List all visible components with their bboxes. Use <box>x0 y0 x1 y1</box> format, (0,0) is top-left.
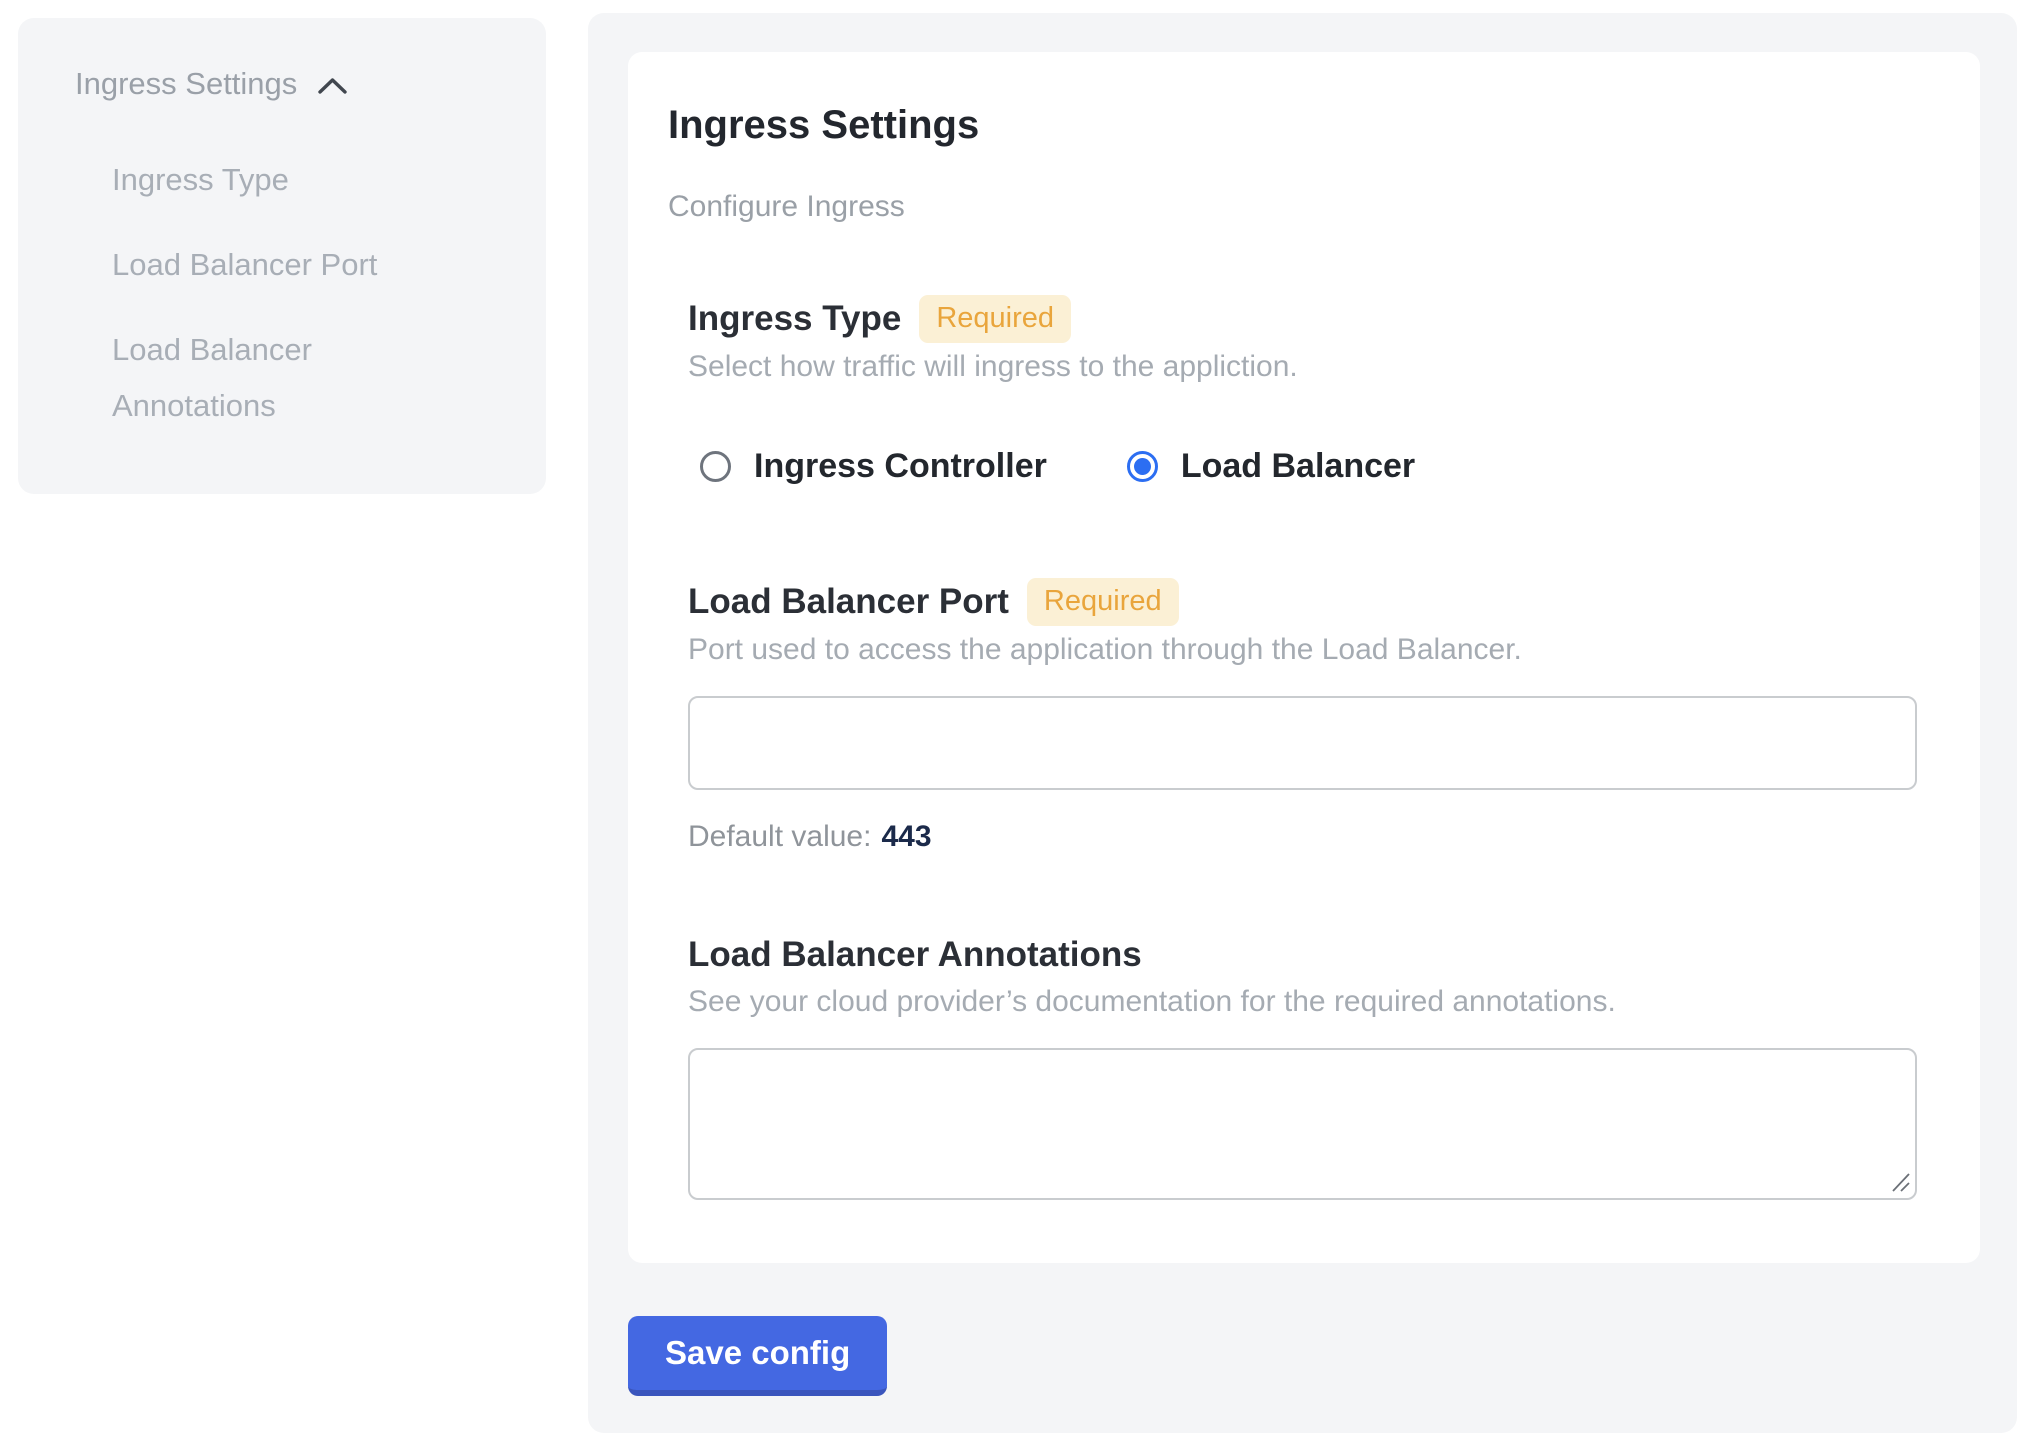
default-value: 443 <box>881 820 931 853</box>
chevron-up-icon <box>317 73 348 95</box>
radio-label-load-balancer: Load Balancer <box>1181 447 1415 486</box>
sidebar-item-load-balancer-port[interactable]: Load Balancer Port <box>112 237 442 293</box>
field-label-ingress-type: Ingress Type <box>688 296 901 342</box>
sidebar-section-header[interactable]: Ingress Settings <box>75 66 516 102</box>
default-value-label: Default value: <box>688 820 871 853</box>
radio-group-ingress-type: Ingress Controller Load Balancer <box>688 447 1917 486</box>
main-panel: Ingress Settings Configure Ingress Ingre… <box>588 13 2017 1433</box>
radio-selected-icon[interactable] <box>1127 451 1158 482</box>
default-value-note: Default value: 443 <box>688 820 1917 854</box>
field-description-load-balancer-port: Port used to access the application thro… <box>688 633 1917 668</box>
field-label-load-balancer-annotations: Load Balancer Annotations <box>688 932 1142 978</box>
radio-label-ingress-controller: Ingress Controller <box>754 447 1047 486</box>
required-badge: Required <box>1027 578 1179 626</box>
field-description-load-balancer-annotations: See your cloud provider’s documentation … <box>688 985 1917 1020</box>
sidebar-item-list: Ingress Type Load Balancer Port Load Bal… <box>75 152 516 434</box>
lb-port-input[interactable] <box>688 696 1917 790</box>
save-config-button[interactable]: Save config <box>628 1316 887 1396</box>
resize-handle-icon[interactable] <box>1888 1170 1912 1194</box>
page-subtitle: Configure Ingress <box>668 190 1940 225</box>
field-description-ingress-type: Select how traffic will ingress to the a… <box>688 350 1917 385</box>
radio-unselected-icon[interactable] <box>700 451 731 482</box>
sidebar-section-header-label: Ingress Settings <box>75 66 297 102</box>
sidebar-item-ingress-type[interactable]: Ingress Type <box>112 152 442 208</box>
radio-option-ingress-controller[interactable]: Ingress Controller <box>700 447 1047 486</box>
field-ingress-type: Ingress Type Required Select how traffic… <box>688 295 1917 486</box>
page-title: Ingress Settings <box>668 102 1940 148</box>
field-load-balancer-annotations: Load Balancer Annotations See your cloud… <box>688 932 1917 1199</box>
sidebar-item-load-balancer-annotations[interactable]: Load Balancer Annotations <box>112 322 442 434</box>
required-badge: Required <box>919 295 1071 343</box>
sidebar: Ingress Settings Ingress Type Load Balan… <box>18 18 546 494</box>
radio-option-load-balancer[interactable]: Load Balancer <box>1127 447 1415 486</box>
field-label-load-balancer-port: Load Balancer Port <box>688 579 1009 625</box>
field-load-balancer-port: Load Balancer Port Required Port used to… <box>688 578 1917 855</box>
form-sections: Ingress Type Required Select how traffic… <box>688 295 1917 1200</box>
lb-annotations-textarea[interactable] <box>688 1048 1917 1200</box>
settings-card: Ingress Settings Configure Ingress Ingre… <box>628 52 1980 1263</box>
